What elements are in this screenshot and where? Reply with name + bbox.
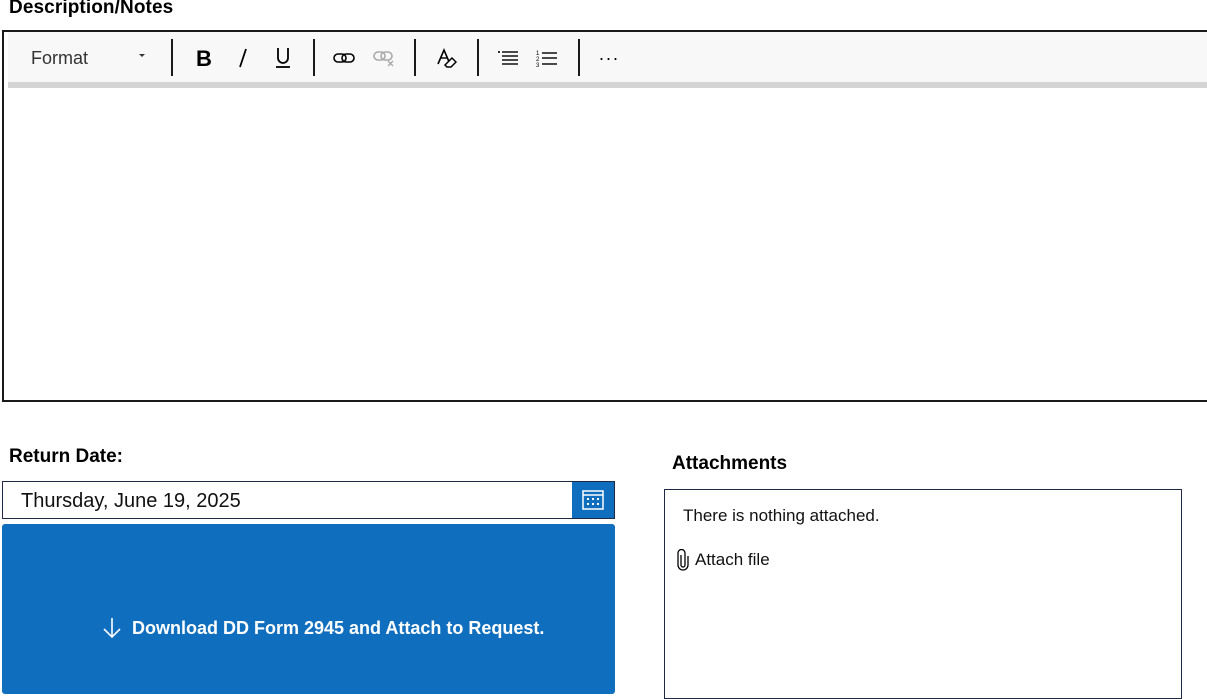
attach-file-button[interactable]: Attach file (677, 549, 770, 571)
toolbar-divider (414, 39, 416, 76)
download-form-content: Download DD Form 2945 and Attach to Requ… (102, 617, 544, 639)
link-icon (333, 53, 355, 63)
attachments-empty-text: There is nothing attached. (683, 506, 880, 525)
more-icon: ··· (598, 47, 620, 68)
clear-formatting-button[interactable] (429, 42, 463, 74)
italic-button[interactable] (226, 42, 260, 74)
bullet-list-icon (498, 51, 518, 65)
toolbar-divider (171, 39, 173, 76)
remove-link-button[interactable] (367, 42, 401, 74)
numbered-list-icon: 1 2 3 (536, 51, 557, 67)
svg-text:B: B (196, 47, 212, 69)
svg-text:3: 3 (536, 63, 540, 67)
attach-file-label: Attach file (695, 550, 770, 569)
underline-icon (276, 48, 290, 68)
return-date-label: Return Date: (9, 446, 124, 467)
download-form-button[interactable]: Download DD Form 2945 and Attach to Requ… (2, 524, 615, 694)
toolbar-divider (313, 39, 315, 76)
rich-text-editor[interactable]: Format B 1 2 3 ··· (2, 30, 1207, 402)
numbered-list-button[interactable]: 1 2 3 (530, 42, 564, 74)
italic-icon (239, 48, 247, 68)
attachments-panel: There is nothing attached. Attach file (664, 489, 1182, 699)
toolbar-divider (578, 39, 580, 76)
toolbar-divider (477, 39, 479, 76)
paperclip-icon (677, 549, 689, 571)
format-dropdown[interactable]: Format (31, 46, 151, 70)
description-notes-label: Description/Notes (9, 0, 174, 18)
bulleted-list-button[interactable] (491, 42, 525, 74)
return-date-value: Thursday, June 19, 2025 (21, 490, 241, 512)
insert-link-button[interactable] (327, 42, 361, 74)
format-dropdown-label: Format (31, 47, 89, 68)
unlink-icon (373, 51, 394, 67)
bold-button[interactable]: B (186, 42, 220, 74)
underline-button[interactable] (266, 42, 300, 74)
attachments-label: Attachments (672, 453, 788, 474)
download-form-label: Download DD Form 2945 and Attach to Requ… (132, 617, 545, 638)
bold-icon: B (196, 47, 212, 69)
calendar-icon (582, 490, 604, 510)
editor-body[interactable] (8, 88, 1207, 398)
calendar-button[interactable] (572, 482, 614, 518)
more-options-button[interactable]: ··· (592, 42, 626, 74)
arrow-down-icon (103, 618, 121, 639)
clear-format-icon (437, 47, 457, 68)
chevron-down-icon (139, 54, 145, 57)
editor-toolbar: Format B 1 2 3 ··· (8, 32, 1207, 88)
return-date-field[interactable]: Thursday, June 19, 2025 (2, 481, 615, 519)
